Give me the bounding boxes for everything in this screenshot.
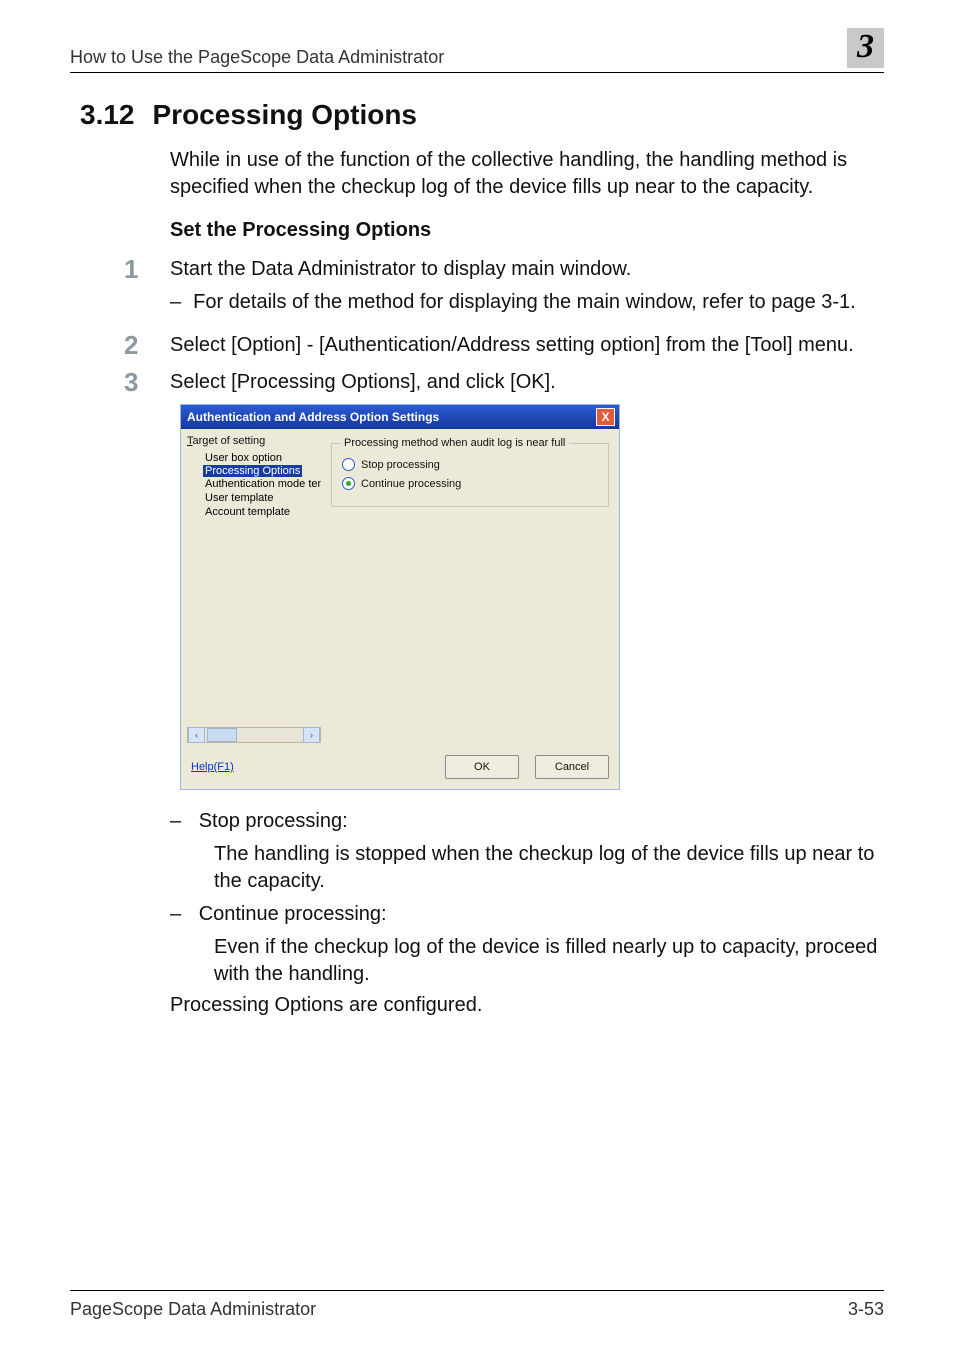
section-number: 3.12 [80,99,135,130]
tree-item-user-template[interactable]: User template [203,491,321,505]
ok-button[interactable]: OK [445,755,519,779]
option-item: Stop processing: [192,808,884,835]
dialog-left-pane: Target of setting User box option Proces… [181,429,321,749]
step-subitem: For details of the method for displaying… [192,289,856,316]
intro-paragraph: While in use of the function of the coll… [170,147,884,201]
step-number: 2 [124,332,170,359]
tree-item-processing-options[interactable]: Processing Options [203,465,302,477]
step-3: 3 Select [Processing Options], and click… [170,369,884,1017]
tree-item-auth-mode[interactable]: Authentication mode tem [203,477,321,491]
page-footer: PageScope Data Administrator 3-53 [70,1290,884,1320]
running-header: How to Use the PageScope Data Administra… [70,28,884,73]
radio-continue-processing[interactable]: Continue processing [342,477,598,490]
horizontal-scrollbar[interactable]: ‹ › [187,727,321,743]
footer-right: 3-53 [848,1299,884,1320]
running-title: How to Use the PageScope Data Administra… [70,47,444,68]
cancel-button[interactable]: Cancel [535,755,609,779]
option-desc: Even if the checkup log of the device is… [214,934,884,988]
step-number: 1 [124,256,170,322]
group-legend: Processing method when audit log is near… [340,437,569,449]
step-text: Select [Processing Options], and click [… [170,369,884,396]
footer-left: PageScope Data Administrator [70,1299,316,1320]
tree-item-userbox[interactable]: User box option [203,451,321,465]
radio-label: Continue processing [361,478,461,490]
option-name: Stop processing: [199,810,348,832]
section-heading: 3.12 Processing Options [80,99,884,131]
tree-item-account-template[interactable]: Account template [203,505,321,519]
dialog-title: Authentication and Address Option Settin… [187,410,439,424]
scroll-thumb[interactable] [207,728,237,742]
dialog-titlebar: Authentication and Address Option Settin… [181,405,619,429]
processing-method-group: Processing method when audit log is near… [331,443,609,507]
sub-heading: Set the Processing Options [170,219,884,242]
section-title: Processing Options [153,99,418,130]
step-2: 2 Select [Option] - [Authentication/Addr… [170,332,884,359]
close-icon[interactable]: X [596,408,615,426]
step-1: 1 Start the Data Administrator to displa… [170,256,884,322]
option-item: Continue processing: [192,901,884,928]
options-dialog: Authentication and Address Option Settin… [180,404,620,790]
option-desc: The handling is stopped when the checkup… [214,841,884,895]
dialog-buttonbar: Help(F1) OK Cancel [181,749,619,789]
step-number: 3 [124,369,170,1017]
radio-icon[interactable] [342,458,355,471]
step-text: Start the Data Administrator to display … [170,256,856,283]
radio-icon[interactable] [342,477,355,490]
tree-heading-rest: arget of setting [193,435,266,447]
tree-heading: Target of setting [187,435,321,447]
radio-label: Stop processing [361,459,440,471]
dialog-right-pane: Processing method when audit log is near… [321,429,619,749]
help-link[interactable]: Help(F1) [191,761,234,773]
closing-text: Processing Options are configured. [170,994,884,1017]
scroll-left-icon[interactable]: ‹ [188,727,205,743]
radio-stop-processing[interactable]: Stop processing [342,458,598,471]
option-name: Continue processing: [199,903,387,925]
chapter-number: 3 [847,28,884,68]
scroll-right-icon[interactable]: › [303,727,320,743]
step-text: Select [Option] - [Authentication/Addres… [170,332,854,359]
